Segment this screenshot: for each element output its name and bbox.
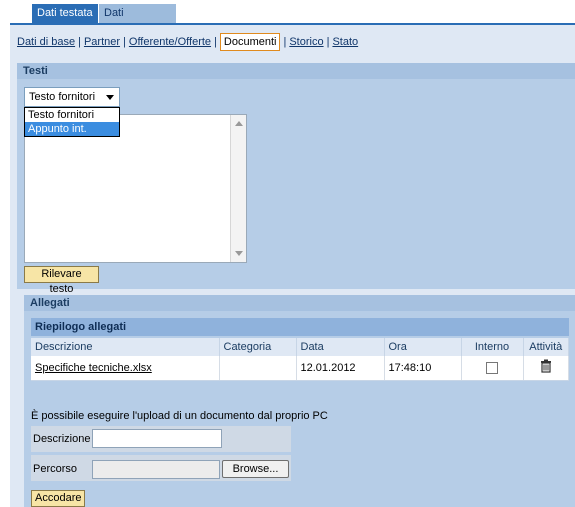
column-interno[interactable]: Interno: [461, 338, 524, 356]
text-type-select-value: Testo fornitori: [29, 91, 96, 103]
textarea-scrollbar[interactable]: [230, 115, 246, 262]
text-type-select[interactable]: Testo fornitori: [24, 87, 120, 107]
descrizione-input[interactable]: [92, 429, 222, 448]
attachment-link[interactable]: Specifiche tecniche.xlsx: [35, 362, 152, 374]
row-categoria: [219, 356, 297, 381]
descrizione-label: Descrizione: [33, 433, 91, 445]
text-type-options: Testo fornitori Appunto int.: [24, 107, 120, 137]
subnav-separator: |: [123, 36, 126, 48]
subnav-documenti[interactable]: Documenti: [219, 33, 281, 51]
percorso-label: Percorso: [33, 463, 78, 475]
row-interno: [461, 356, 524, 381]
riepilogo-allegati-title: Riepilogo allegati: [31, 318, 569, 336]
subnav-separator: |: [78, 36, 81, 48]
row-attivita: [523, 356, 569, 381]
subnav-bar: Dati di base | Partner | Offerente/Offerte | D…: [17, 33, 358, 51]
subnav-storico[interactable]: Storico: [289, 36, 323, 48]
trash-icon[interactable]: [539, 359, 553, 376]
subnav-partner[interactable]: Partner: [84, 36, 120, 48]
tab-dati-testata[interactable]: Dati testata: [32, 4, 98, 23]
attachments-table: Descrizione Categoria Data Ora Interno A…: [31, 338, 569, 381]
row-ora: 17:48:10: [384, 356, 462, 381]
column-descrizione[interactable]: Descrizione: [31, 338, 220, 356]
subnav-stato[interactable]: Stato: [332, 36, 358, 48]
subnav-separator: |: [214, 36, 217, 48]
column-ora[interactable]: Ora: [384, 338, 462, 356]
subnav-dati-di-base[interactable]: Dati di base: [17, 36, 75, 48]
column-attivita[interactable]: Attività: [523, 338, 569, 356]
option-appunto-int[interactable]: Appunto int.: [25, 122, 119, 136]
option-testo-fornitori[interactable]: Testo fornitori: [25, 108, 119, 122]
scroll-down-icon[interactable]: [235, 251, 243, 256]
browse-button[interactable]: Browse...: [222, 460, 289, 478]
subnav-separator: |: [283, 36, 287, 48]
tab-dati-posizione[interactable]: Dati posizione: [99, 4, 176, 38]
scroll-up-icon[interactable]: [235, 121, 243, 126]
table-row: Specifiche tecniche.xlsx 12.01.2012 17:4…: [31, 356, 569, 381]
row-data: 12.01.2012: [296, 356, 385, 381]
column-categoria[interactable]: Categoria: [219, 338, 297, 356]
upload-instructions: È possibile eseguire l'upload di un docu…: [31, 410, 328, 422]
percorso-input[interactable]: [92, 460, 220, 479]
chevron-down-icon: [106, 95, 114, 100]
column-data[interactable]: Data: [296, 338, 385, 356]
rilevare-testo-button[interactable]: Rilevare testo: [24, 266, 99, 295]
allegati-section-title: Allegati: [24, 295, 575, 311]
subnav-offerente-offerte[interactable]: Offerente/Offerte: [129, 36, 211, 48]
accodare-button[interactable]: Accodare: [31, 490, 85, 507]
testi-section-title: Testi: [17, 63, 575, 79]
interno-checkbox[interactable]: [486, 361, 498, 374]
row-descrizione: Specifiche tecniche.xlsx: [31, 356, 220, 381]
